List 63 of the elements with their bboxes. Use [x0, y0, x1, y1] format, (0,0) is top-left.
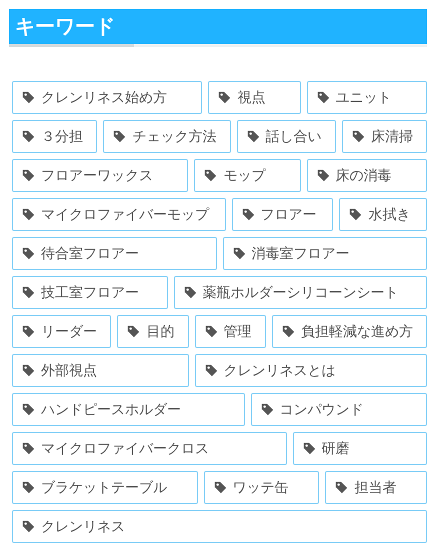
tag-icon — [352, 130, 365, 143]
keyword-tag[interactable]: 話し合い — [236, 120, 336, 153]
keyword-tag[interactable]: クレンリネス始め方 — [12, 81, 202, 114]
tag-icon — [22, 325, 35, 338]
keyword-tag[interactable]: クレンリネスとは — [194, 354, 427, 387]
tag-icon — [184, 286, 196, 299]
keyword-tag[interactable]: モップ — [194, 159, 301, 192]
tag-icon — [246, 130, 260, 143]
tag-icon — [22, 364, 35, 377]
keyword-tag[interactable]: マイクロファイバーモップ — [12, 198, 226, 231]
keyword-tag[interactable]: 管理 — [194, 315, 266, 348]
keyword-tag[interactable]: ブラケットテーブル — [12, 471, 198, 504]
keyword-tag[interactable]: マイクロファイバークロス — [12, 432, 286, 465]
keyword-tag[interactable]: ハンドピースホルダー — [12, 393, 244, 426]
tag-icon — [22, 403, 35, 416]
keyword-tag[interactable]: コンパウンド — [250, 393, 427, 426]
keyword-tag[interactable]: ユニット — [306, 81, 427, 114]
tag-icon — [242, 208, 255, 221]
keyword-tag[interactable]: 負担軽減な進め方 — [272, 315, 427, 348]
tag-icon — [22, 286, 35, 299]
tag-icon — [214, 481, 227, 494]
tag-icon — [282, 325, 295, 338]
tag-icon — [204, 325, 218, 338]
keyword-tag[interactable]: 床清掃 — [342, 120, 427, 153]
keyword-tag[interactable]: 外部視点 — [12, 354, 188, 387]
keyword-tag[interactable]: フロアーワックス — [12, 159, 188, 192]
keyword-tag[interactable]: リーダー — [12, 315, 112, 348]
tag-icon — [349, 208, 362, 221]
keyword-tag[interactable]: 水拭き — [339, 198, 428, 231]
keyword-tag[interactable]: 待合室フロアー — [12, 237, 216, 270]
tag-icon — [260, 403, 274, 416]
section-header: キーワード — [9, 9, 427, 44]
tag-icon — [22, 520, 35, 533]
tag-icon — [22, 247, 35, 260]
keyword-tag[interactable]: 薬瓶ホルダーシリコーンシート — [174, 276, 427, 309]
tag-icon — [22, 442, 35, 455]
keyword-tag[interactable]: ３分担 — [12, 120, 98, 153]
tag-icon — [113, 130, 126, 143]
tag-icon — [204, 364, 218, 377]
tag-icon — [22, 91, 35, 104]
keyword-tag[interactable]: 技工室フロアー — [12, 276, 168, 309]
keyword-tag[interactable]: チェック方法 — [103, 120, 230, 153]
tag-icon — [22, 208, 35, 221]
tag-icon — [316, 169, 330, 182]
keyword-tag[interactable]: 担当者 — [325, 471, 428, 504]
tag-icon — [127, 325, 140, 338]
tag-icon — [204, 169, 218, 182]
tag-icon — [218, 91, 232, 104]
tag-icon — [22, 130, 35, 143]
keyword-tag[interactable]: ワッテ缶 — [204, 471, 320, 504]
tag-icon — [232, 247, 246, 260]
keyword-tag[interactable]: クレンリネス — [12, 510, 427, 543]
keyword-tag[interactable]: 床の消毒 — [306, 159, 427, 192]
tag-icon — [316, 91, 330, 104]
tag-icon — [302, 442, 316, 455]
tag-icon — [22, 169, 35, 182]
keyword-tag[interactable]: 研磨 — [292, 432, 427, 465]
keyword-tag[interactable]: 目的 — [117, 315, 188, 348]
keyword-tag[interactable]: フロアー — [232, 198, 334, 231]
tag-icon — [22, 481, 35, 494]
tag-icon — [335, 481, 348, 494]
keyword-tag[interactable]: 視点 — [208, 81, 301, 114]
keyword-tag[interactable]: 消毒室フロアー — [222, 237, 427, 270]
